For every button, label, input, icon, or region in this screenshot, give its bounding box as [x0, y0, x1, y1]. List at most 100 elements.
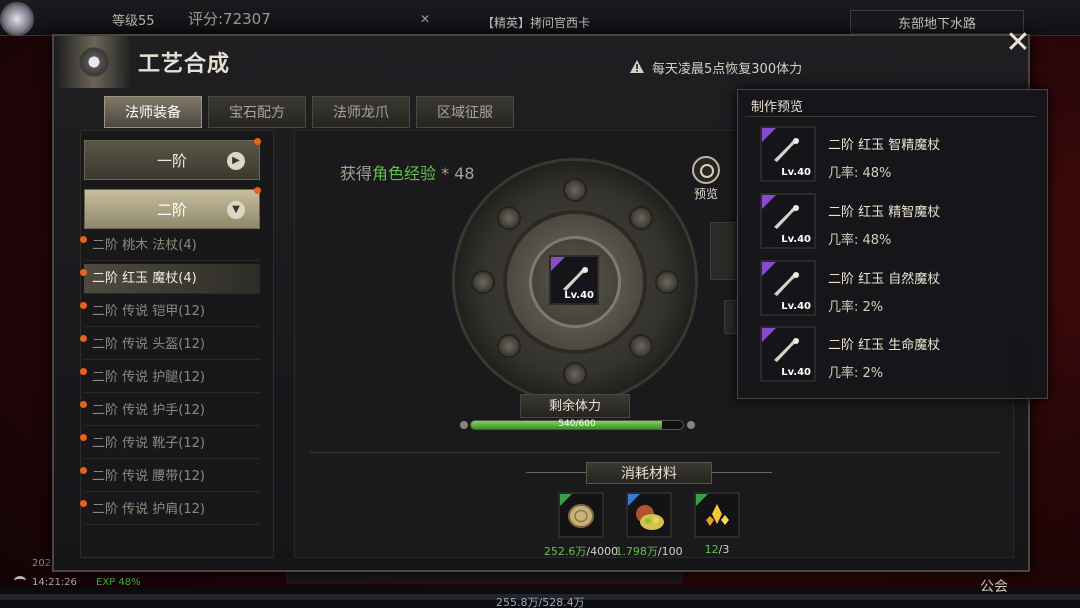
circle-knob-icon [629, 334, 653, 358]
tab-mage-claw[interactable]: 法师龙爪 [312, 96, 410, 128]
item-level: Lv.40 [781, 367, 811, 378]
notification-dot-icon [80, 467, 87, 474]
notification-dot-icon [80, 368, 87, 375]
circle-knob-icon [497, 206, 521, 230]
bar-endcap [460, 421, 468, 429]
reward-amount: * 48 [436, 164, 475, 183]
item-level: Lv.40 [564, 290, 594, 301]
player-score: 评分:72307 [188, 10, 271, 28]
wand-icon [774, 205, 799, 229]
notification-dot-icon [80, 434, 87, 441]
item-level: Lv.40 [781, 301, 811, 312]
tab-mage-equipment[interactable]: 法师装备 [104, 96, 202, 128]
material-slot[interactable] [694, 492, 740, 538]
preview-item-slot: Lv.40 [760, 326, 816, 382]
recipe-item[interactable]: 二阶 传说 腰带(12) [84, 462, 260, 492]
material-slot[interactable] [558, 492, 604, 538]
bag-weight: 255.8万/528.4万 [496, 596, 585, 608]
notification-dot-icon [80, 335, 87, 342]
preview-item-name: 二阶 红玉 精智魔杖 [828, 205, 941, 220]
preview-item[interactable]: Lv.40 二阶 红玉 自然魔杖 几率: 2% [760, 260, 1020, 320]
popup-divider [745, 116, 1035, 117]
notification-dot-icon [80, 401, 87, 408]
preview-item-name: 二阶 红玉 自然魔杖 [828, 272, 941, 287]
circle-knob-icon [497, 334, 521, 358]
notification-dot-icon [80, 236, 87, 243]
notification-dot-icon [80, 269, 87, 276]
tab-region-conquest[interactable]: 区域征服 [416, 96, 514, 128]
wand-icon [563, 267, 588, 291]
ornament-line [526, 472, 586, 473]
tier-2-label: 二阶 [156, 201, 187, 219]
panel-emblem-icon [56, 36, 132, 88]
hidden-side-button[interactable] [710, 222, 740, 280]
notification-dot-icon [80, 302, 87, 309]
circle-knob-icon [655, 270, 679, 294]
circle-knob-icon [629, 206, 653, 230]
reward-highlight: 角色经验 [372, 164, 437, 183]
preview-item[interactable]: Lv.40 二阶 红玉 智精魔杖 几率: 48% [760, 126, 1020, 186]
magnifier-icon [692, 156, 720, 184]
material-slot[interactable] [626, 492, 672, 538]
reward-text: 获得角色经验 * 48 [340, 160, 475, 184]
tier-2-button[interactable]: 二阶 ▼ [84, 189, 260, 229]
circle-knob-icon [563, 362, 587, 386]
date-text: 202 [32, 558, 52, 569]
rarity-corner [560, 494, 572, 506]
circle-knob-icon [471, 270, 495, 294]
material-have: 252.6万 [543, 545, 587, 558]
stamina-value: 540/600 [558, 419, 596, 429]
stamina-notice: 每天凌晨5点恢复300体力 [652, 62, 803, 77]
item-level: Lv.40 [781, 167, 811, 178]
preview-button[interactable]: 预览 [688, 156, 724, 201]
preview-item-slot: Lv.40 [760, 193, 816, 249]
recipe-item[interactable]: 二阶 传说 铠甲(12) [84, 297, 260, 327]
panel-title: 工艺合成 [138, 52, 231, 77]
location-name: 东部地下水路 [898, 17, 977, 32]
preview-item[interactable]: Lv.40 二阶 红玉 精智魔杖 几率: 48% [760, 193, 1020, 253]
preview-item-slot: Lv.40 [760, 260, 816, 316]
wand-icon [774, 272, 799, 296]
clock-text: 14:21:26 [32, 577, 77, 588]
quest-tracker[interactable]: 【精英】拷问官西卡 [482, 14, 590, 31]
preview-item-rate: 几率: 2% [828, 300, 884, 315]
wand-icon [774, 338, 799, 362]
recipe-item-selected[interactable]: 二阶 红玉 魔杖(4) [84, 264, 260, 294]
bar-endcap [687, 421, 695, 429]
reward-prefix: 获得 [340, 164, 373, 183]
preview-item-slot: Lv.40 [760, 126, 816, 182]
chevron-down-icon: ▼ [227, 201, 245, 219]
tab-gem-recipes[interactable]: 宝石配方 [208, 96, 306, 128]
player-avatar[interactable] [0, 2, 34, 36]
notification-dot-icon [254, 187, 261, 194]
craft-result-slot[interactable]: Lv.40 [549, 255, 599, 305]
recipe-item[interactable]: 二阶 传说 护手(12) [84, 396, 260, 426]
notification-dot-icon [254, 138, 261, 145]
exp-percent: EXP 48% [96, 577, 141, 588]
recipe-item[interactable]: 二阶 桃木 法杖(4) [84, 231, 260, 261]
preview-item-name: 二阶 红玉 生命魔杖 [828, 338, 941, 353]
rarity-corner [628, 494, 640, 506]
preview-item[interactable]: Lv.40 二阶 红玉 生命魔杖 几率: 2% [760, 326, 1020, 386]
recipe-item[interactable]: 二阶 传说 护肩(12) [84, 495, 260, 525]
section-divider [310, 452, 1000, 453]
preview-item-rate: 几率: 2% [828, 366, 884, 381]
tier-1-button[interactable]: 一阶 ▶ [84, 140, 260, 180]
recipe-item[interactable]: 二阶 传说 头盔(12) [84, 330, 260, 360]
preview-item-name: 二阶 红玉 智精魔杖 [828, 138, 941, 153]
materials-title: 消耗材料 [586, 462, 712, 484]
material-count: 12/3 [677, 543, 757, 556]
notification-dot-icon [80, 500, 87, 507]
ornament-line [712, 472, 772, 473]
recipe-item[interactable]: 二阶 传说 护腿(12) [84, 363, 260, 393]
recipe-item[interactable]: 二阶 传说 靴子(12) [84, 429, 260, 459]
guild-button[interactable]: 公会 [980, 576, 1008, 596]
material-need: /3 [718, 543, 730, 556]
wifi-icon [14, 576, 26, 585]
material-have: 1.798万 [615, 545, 658, 558]
warning-icon [630, 60, 644, 73]
tier-1-label: 一阶 [156, 152, 187, 170]
close-button[interactable]: ✕ [1000, 26, 1036, 62]
quest-close-icon[interactable]: ✕ [420, 12, 430, 26]
circle-knob-icon [563, 178, 587, 202]
